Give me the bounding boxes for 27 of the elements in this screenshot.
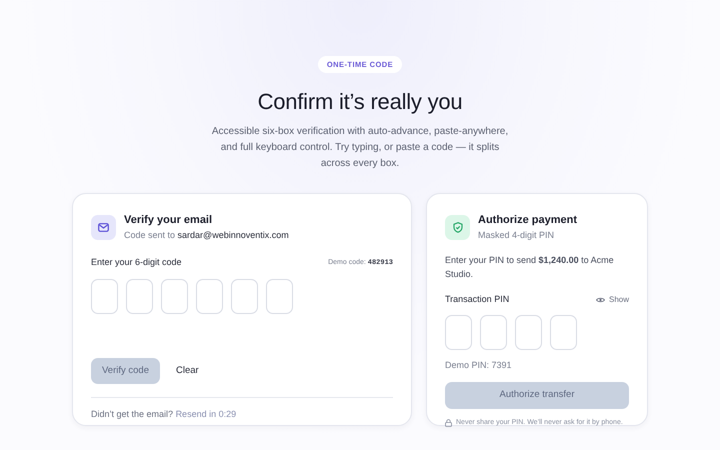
code-digit-field[interactable]	[196, 278, 223, 314]
lock-icon	[445, 418, 452, 427]
card-subtitle: Masked 4-digit PIN	[478, 228, 556, 242]
show-toggle[interactable]: Show	[596, 294, 629, 306]
page-title: Confirm it’s really you	[256, 88, 464, 116]
demo-pin-hint: Demo PIN: 7391	[445, 358, 513, 372]
code-digit-field[interactable]	[126, 278, 153, 314]
code-digit-field[interactable]	[266, 278, 293, 314]
code-digit-field[interactable]	[231, 278, 258, 314]
shield-icon	[445, 214, 470, 240]
code-digit-field[interactable]	[445, 314, 472, 350]
code-digit-field[interactable]	[550, 314, 577, 350]
card-subtitle: Code sent to sardar@webinnoventix.com	[124, 228, 289, 242]
card-title: Verify your email	[124, 213, 214, 228]
page-subtitle: Accessible six-box verification with auto-advance, paste-anywhere, and full keyboard control. Try typing, or paste a code — it splits across every box.	[210, 125, 510, 172]
code-digit-field[interactable]	[91, 278, 118, 314]
payment-description: Enter your PIN to send $1,240.00 to Acme Studio.	[445, 254, 615, 281]
mail-icon	[91, 214, 116, 240]
code-digit-field[interactable]	[161, 278, 188, 314]
field-label: Enter your 6-digit code	[91, 256, 182, 270]
field-label: Transaction PIN	[445, 293, 510, 306]
code-digit-field[interactable]	[515, 314, 542, 350]
code-digit-field[interactable]	[480, 314, 507, 350]
clear-button[interactable]: Clear	[176, 364, 199, 378]
card-title: Authorize payment	[478, 213, 578, 228]
eye-icon	[596, 297, 605, 303]
resend-prompt: Didn’t get the email?	[91, 409, 174, 419]
